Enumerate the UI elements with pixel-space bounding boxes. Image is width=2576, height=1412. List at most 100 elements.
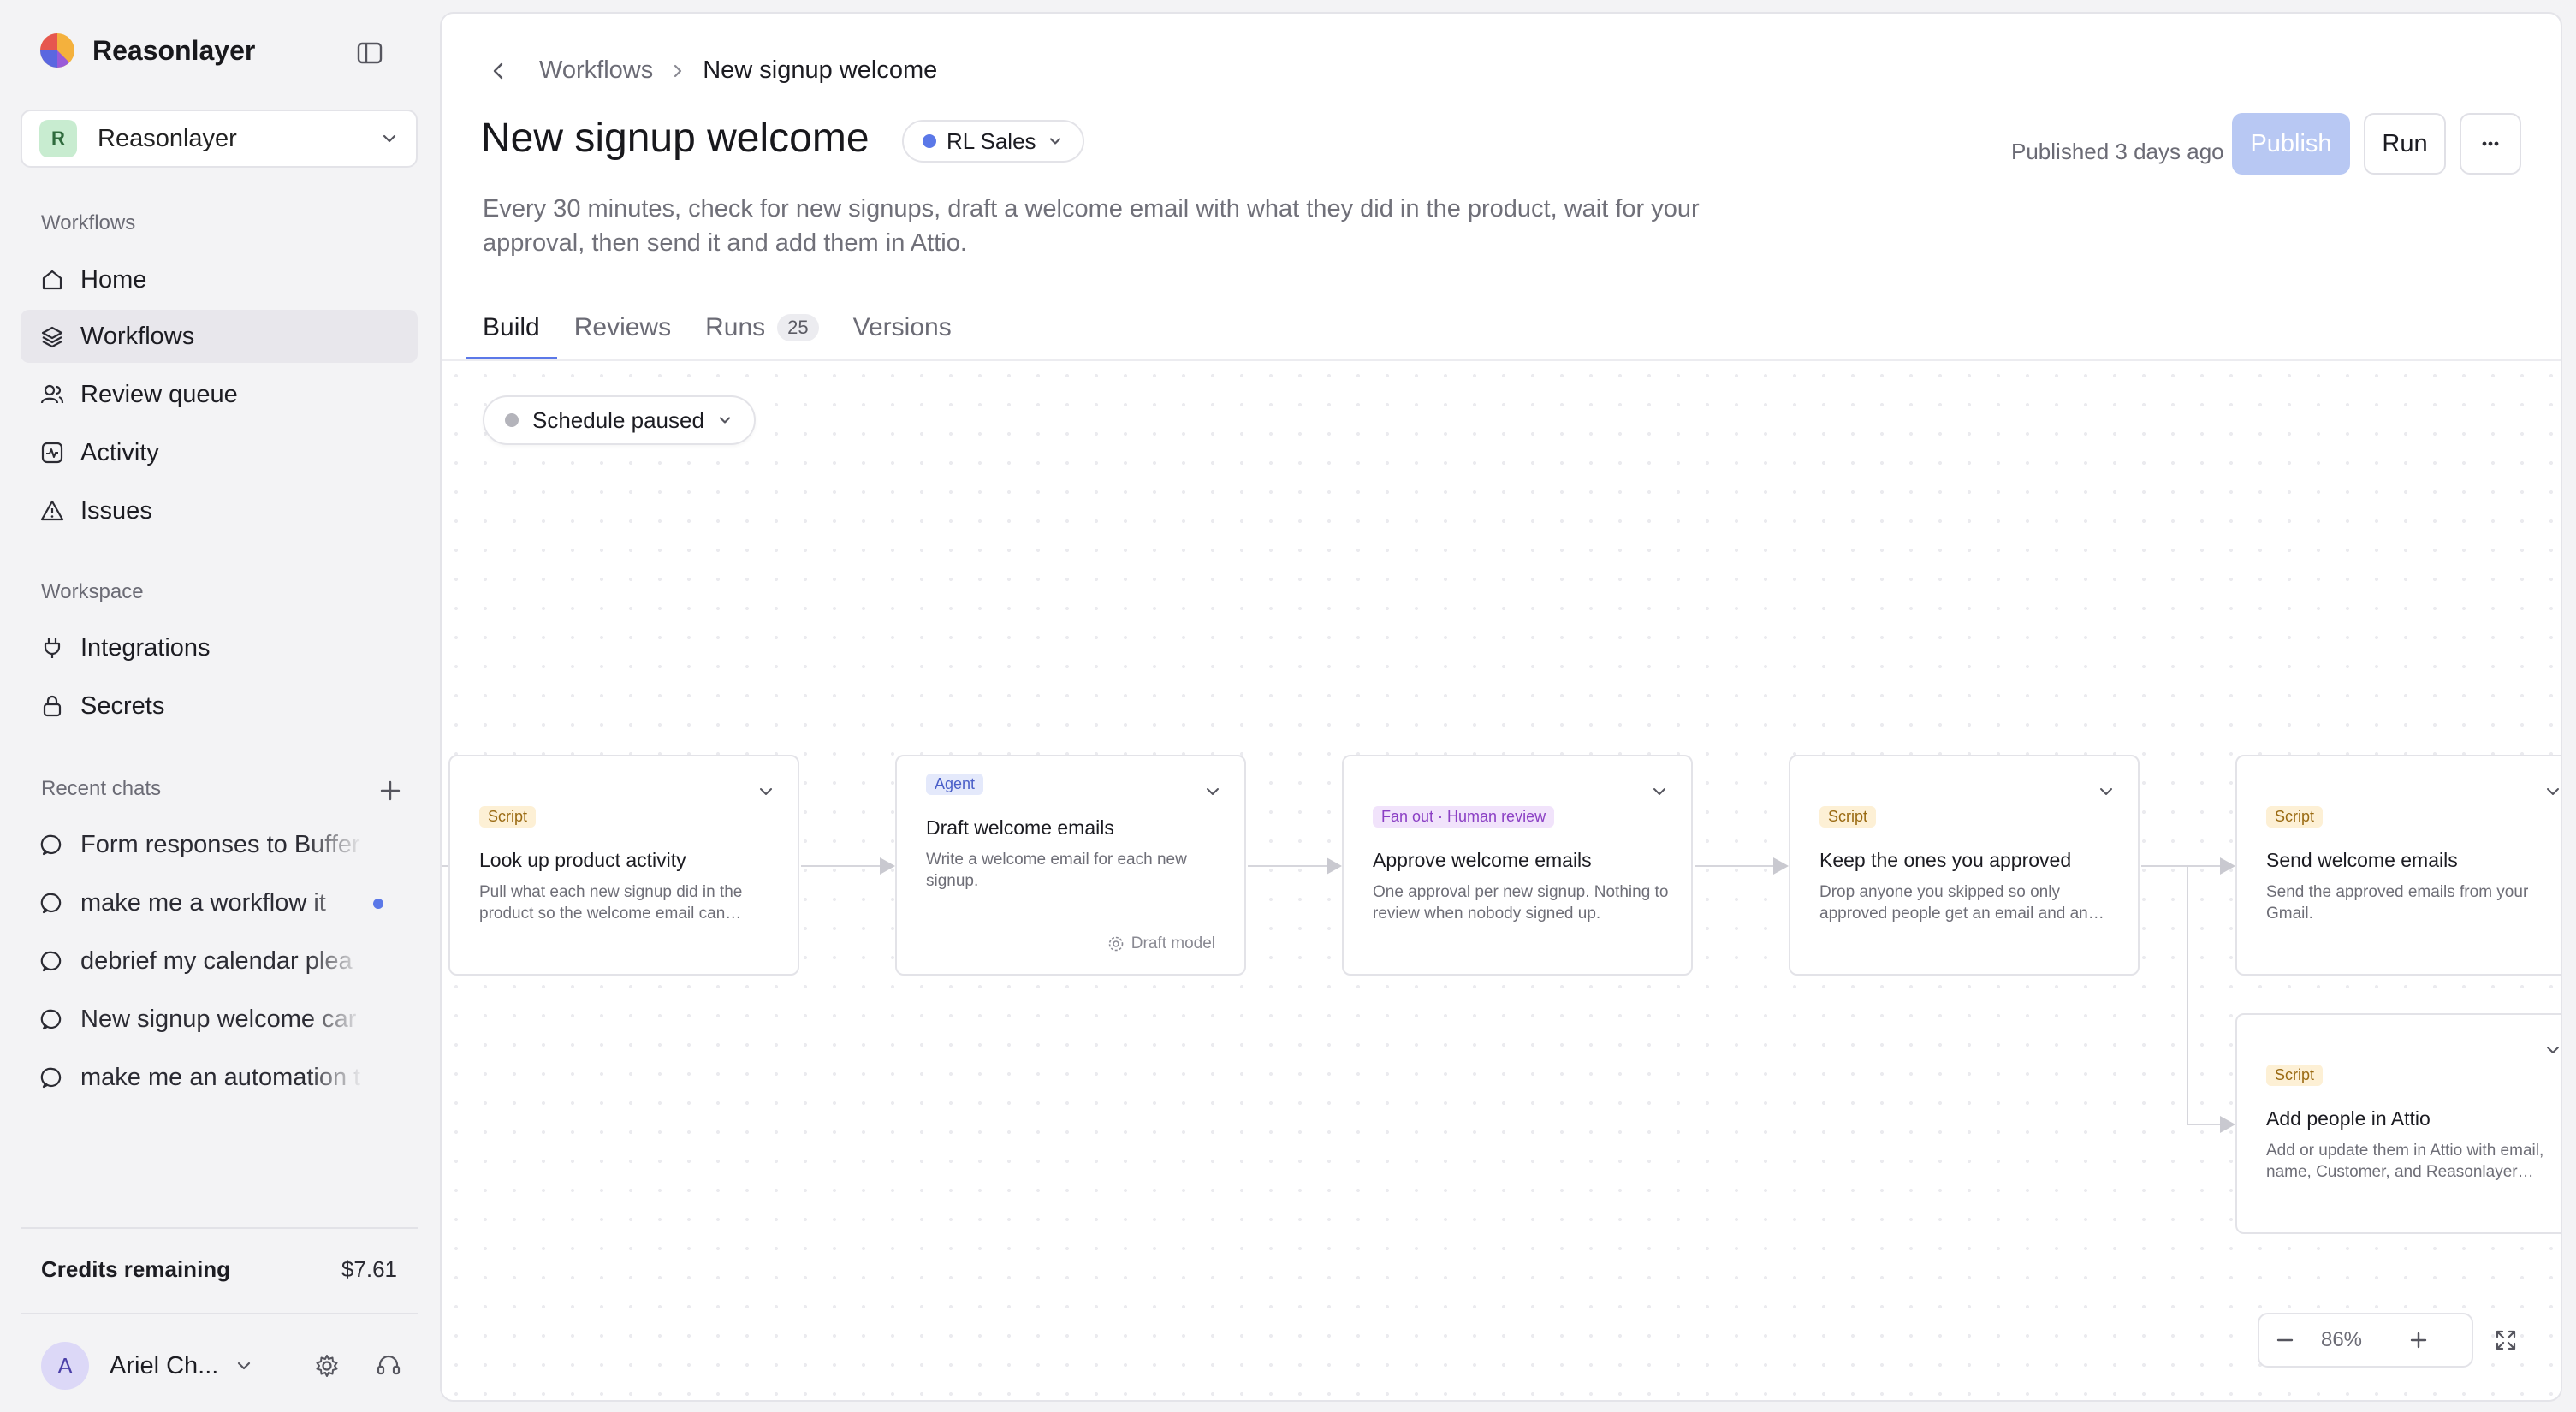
divider [21, 1227, 418, 1229]
zoom-out-button[interactable] [2259, 1314, 2311, 1366]
section-heading-workspace: Workspace [41, 580, 144, 603]
breadcrumb-link-workflows[interactable]: Workflows [539, 56, 653, 85]
lock-icon [43, 695, 62, 717]
activity-icon [41, 442, 63, 464]
team-selector[interactable]: RL Sales [902, 120, 1084, 163]
chevron-right-icon [674, 64, 682, 77]
sidebar-toggle-icon[interactable] [354, 38, 385, 68]
user-name: Ariel Ch... [110, 1351, 219, 1379]
tab-reviews[interactable]: Reviews [557, 296, 688, 359]
nav-label: Integrations [80, 633, 211, 662]
tab-versions[interactable]: Versions [836, 296, 969, 359]
workspace-selector[interactable]: R Reasonlayer [21, 110, 418, 168]
avatar: A [41, 1342, 89, 1390]
tab-runs[interactable]: Runs 25 [688, 296, 836, 359]
workspace-name: Reasonlayer [98, 124, 237, 152]
nav-label: Secrets [80, 691, 165, 720]
more-horizontal-icon [2482, 141, 2499, 146]
workflow-canvas[interactable]: Schedule paused Script Look up product a… [442, 361, 2562, 1400]
tab-label: Runs [705, 313, 766, 341]
node-description: Pull what each new signup did in the pro… [479, 883, 743, 923]
recent-chat-item[interactable]: Form responses to Buffer [21, 818, 418, 871]
node-description: Send the approved emails from your Gmail… [2266, 883, 2529, 923]
user-menu[interactable]: A Ariel Ch... [41, 1340, 409, 1391]
nav-item-home[interactable]: Home [21, 253, 418, 306]
tab-build[interactable]: Build [466, 296, 557, 359]
chat-bubble-icon [40, 951, 62, 972]
unread-dot [373, 899, 383, 909]
team-label: RL Sales [947, 128, 1036, 154]
chat-bubble-icon [40, 1067, 62, 1089]
edge-4-6 [2187, 866, 2235, 1133]
recent-chat-label: Form responses to Buffer [80, 830, 360, 858]
workflow-node[interactable]: Script Look up product activity Pull wha… [448, 755, 799, 976]
fit-view-button[interactable] [2478, 1313, 2533, 1368]
recent-chat-item[interactable]: make me an automation t [21, 1051, 418, 1104]
runs-count-badge: 25 [777, 314, 819, 341]
sidebar: Reasonlayer R Reasonlayer Workflows Home… [0, 0, 438, 1412]
recent-chat-item[interactable]: debrief my calendar plea [21, 934, 418, 988]
home-icon [42, 270, 62, 290]
workspace-avatar: R [39, 120, 77, 157]
workflow-node[interactable]: Script Add people in Attio Add or update… [2235, 1013, 2562, 1234]
credits-label: Credits remaining [41, 1256, 231, 1282]
nav-item-secrets[interactable]: Secrets [21, 679, 418, 733]
chevron-down-icon[interactable] [2543, 782, 2562, 801]
chevron-down-icon[interactable] [757, 782, 775, 801]
workflow-node[interactable]: Script Send welcome emails Send the appr… [2235, 755, 2562, 976]
nav-label: Review queue [80, 380, 238, 408]
layers-icon [41, 326, 63, 348]
app-name: Reasonlayer [92, 34, 256, 66]
zoom-level: 86% [2320, 1328, 2363, 1351]
run-button[interactable]: Run [2364, 113, 2446, 175]
nav-label: Issues [80, 496, 152, 525]
brand[interactable]: Reasonlayer [39, 33, 255, 68]
node-title: Look up product activity [479, 849, 686, 871]
nav-item-issues[interactable]: Issues [21, 484, 418, 537]
recent-chat-item[interactable]: New signup welcome car [21, 993, 418, 1046]
users-icon [40, 384, 64, 404]
nav-item-review-queue[interactable]: Review queue [21, 368, 418, 421]
workflow-node[interactable]: Fan out · Human review Approve welcome e… [1342, 755, 1693, 976]
publish-button[interactable]: Publish [2232, 113, 2350, 175]
gear-icon [1108, 936, 1124, 952]
chevron-down-icon [383, 134, 396, 143]
chevron-down-icon[interactable] [1203, 782, 1222, 801]
zoom-in-button[interactable] [2393, 1314, 2444, 1366]
gear-icon[interactable] [313, 1352, 341, 1379]
chevron-down-icon[interactable] [2097, 782, 2116, 801]
reasonlayer-logo-icon [40, 33, 74, 68]
node-title: Keep the ones you approved [1819, 849, 2072, 871]
node-model[interactable]: Draft model [1107, 934, 1215, 953]
node-title: Draft welcome emails [926, 816, 1114, 839]
headset-icon[interactable] [375, 1352, 402, 1379]
nav-item-integrations[interactable]: Integrations [21, 621, 418, 674]
expand-icon [2496, 1330, 2516, 1350]
recent-chat-label: make me an automation t [80, 1063, 361, 1091]
zoom-controls: 86% [2258, 1313, 2473, 1368]
recent-chat-item[interactable]: make me a workflow it [21, 876, 418, 929]
workflow-node[interactable]: Script Keep the ones you approved Drop a… [1789, 755, 2140, 976]
chevron-down-icon[interactable] [2543, 1041, 2562, 1059]
nav-item-activity[interactable]: Activity [21, 426, 418, 479]
tab-label: Versions [852, 313, 952, 341]
credits-value: $7.61 [341, 1256, 397, 1282]
tab-label: Reviews [573, 313, 672, 341]
back-arrow-icon[interactable] [486, 58, 512, 84]
nav-item-workflows[interactable]: Workflows [21, 310, 418, 363]
node-description: Add or update them in Attio with email, … [2266, 1142, 2544, 1181]
chat-bubble-icon [40, 893, 62, 914]
new-chat-plus-icon[interactable] [377, 777, 404, 804]
recent-chat-label: debrief my calendar plea [80, 946, 353, 975]
main-panel: Workflows New signup welcome New signup … [440, 12, 2562, 1402]
breadcrumb-current: New signup welcome [703, 56, 938, 84]
node-type-tag: Agent [926, 774, 984, 795]
chat-bubble-icon [40, 1009, 62, 1030]
more-options-button[interactable] [2460, 113, 2521, 175]
workflow-node[interactable]: Agent Draft welcome emails Write a welco… [895, 755, 1246, 976]
section-heading-workflows: Workflows [41, 211, 136, 234]
divider [21, 1313, 418, 1314]
chevron-down-icon[interactable] [1650, 782, 1669, 801]
published-status: Published 3 days ago [2011, 139, 2224, 164]
node-description: Drop anyone you skipped so only approved… [1819, 883, 2088, 923]
